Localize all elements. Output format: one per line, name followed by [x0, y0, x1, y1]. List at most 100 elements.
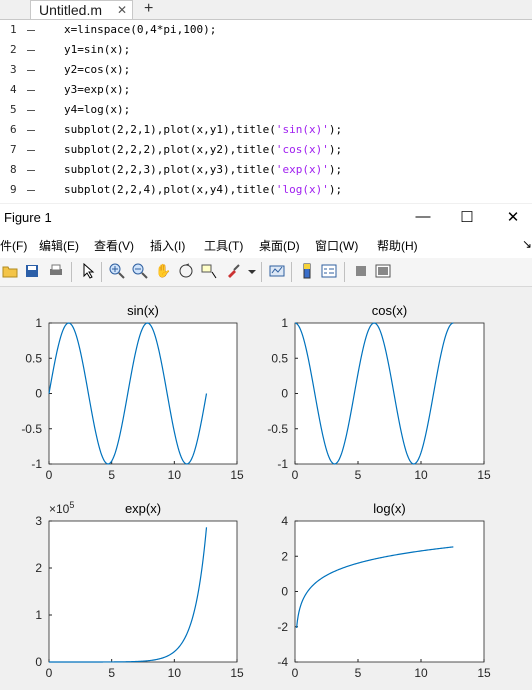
menu-overflow-icon[interactable]: ↘ [522, 237, 532, 251]
subplot-title: sin(x) [127, 303, 159, 318]
breakpoint-marker[interactable] [27, 170, 35, 171]
tab-untitled[interactable]: Untitled.m ✕ [30, 0, 133, 19]
code-line[interactable]: 1 x=linspace(0,4*pi,100); [0, 20, 532, 40]
breakpoint-marker[interactable] [27, 90, 35, 91]
breakpoint-marker[interactable] [27, 70, 35, 71]
code-line[interactable]: 3 y2=cos(x); [0, 60, 532, 80]
line-number: 7 [10, 143, 17, 156]
code-editor[interactable]: Untitled.m ✕ + 1 x=linspace(0,4*pi,100); 2… [0, 0, 532, 203]
code-statement-end: ); [328, 183, 343, 196]
toolbar-separator [71, 262, 72, 282]
figure-axes-canvas[interactable]: 0 5 10 15-1-0.500.51sin(x)0 5 10 15-1-0.500.51… [0, 287, 532, 690]
code-statement: subplot(2,2,2),plot(x,y2),title( [64, 143, 276, 156]
menu-help[interactable]: 帮助(H) [377, 237, 418, 254]
code-statement: subplot(2,2,3),plot(x,y3),title( [64, 163, 276, 176]
code-statement: y4=log(x); [64, 103, 131, 116]
code-line[interactable]: 8 subplot(2,2,3),plot(x,y3),title('exp(x)… [0, 160, 532, 180]
editor-tab-bar: Untitled.m ✕ + [0, 0, 532, 20]
breakpoint-marker[interactable] [27, 130, 35, 131]
save-icon[interactable] [24, 263, 40, 279]
line-number: 5 [10, 103, 17, 116]
maximize-icon[interactable]: ☐ [457, 208, 477, 226]
menu-desktop[interactable]: 桌面(D) [259, 237, 300, 254]
y-tick-label: 0 [281, 387, 288, 401]
menu-file[interactable]: 件(F) [0, 237, 27, 254]
line-number: 1 [10, 23, 17, 36]
menu-edit[interactable]: 编辑(E) [39, 237, 79, 254]
breakpoint-marker[interactable] [27, 190, 35, 191]
code-text: y2=cos(x); [64, 60, 130, 80]
pointer-icon[interactable] [80, 262, 96, 279]
y-tick-label: 3 [35, 514, 42, 528]
show-plot-tools-icon[interactable] [375, 263, 391, 279]
toolbar-separator [101, 262, 102, 282]
figure-title: Figure 1 [4, 210, 52, 225]
tab-close-icon[interactable]: ✕ [117, 1, 127, 19]
x-tick-label: 0 [292, 468, 299, 482]
y-tick-label: -0.5 [267, 422, 288, 436]
code-line[interactable]: 7 subplot(2,2,2),plot(x,y2),title('cos(x)… [0, 140, 532, 160]
legend-icon[interactable] [321, 263, 337, 279]
code-text: subplot(2,2,3),plot(x,y3),title('exp(x)'… [64, 160, 342, 180]
subplot-title: cos(x) [372, 303, 407, 318]
y-tick-label: -0.5 [21, 422, 42, 436]
code-line[interactable]: 9 subplot(2,2,4),plot(x,y4),title('log(x)… [0, 180, 532, 200]
menu-view[interactable]: 查看(V) [94, 237, 134, 254]
code-statement-end: ); [328, 143, 343, 156]
code-line[interactable]: 5 y4=log(x); [0, 100, 532, 120]
y-tick-label: -1 [277, 457, 288, 471]
dropdown-icon[interactable] [244, 263, 260, 279]
code-line[interactable]: 4 y3=exp(x); [0, 80, 532, 100]
code-text: subplot(2,2,2),plot(x,y2),title('cos(x)'… [64, 140, 342, 160]
y-tick-label: 2 [281, 549, 288, 563]
menu-tools[interactable]: 工具(T) [204, 237, 243, 254]
breakpoint-marker[interactable] [27, 50, 35, 51]
breakpoint-marker[interactable] [27, 110, 35, 111]
figure-toolbar: ✋ [0, 258, 532, 287]
y-tick-label: 0 [281, 585, 288, 599]
zoom-in-icon[interactable] [109, 263, 125, 279]
breakpoint-marker[interactable] [27, 150, 35, 151]
code-line[interactable]: 2 y1=sin(x); [0, 40, 532, 60]
code-statement: y1=sin(x); [64, 43, 131, 56]
open-icon[interactable] [2, 263, 18, 279]
y-tick-label: 1 [281, 316, 288, 330]
print-icon[interactable] [48, 263, 64, 279]
y-tick-label: -2 [277, 620, 288, 634]
subplot-title: exp(x) [125, 501, 161, 516]
colorbar-icon[interactable] [299, 263, 315, 279]
link-plot-icon[interactable] [269, 263, 285, 279]
code-line[interactable]: 6 subplot(2,2,1),plot(x,y1),title('sin(x)… [0, 120, 532, 140]
data-cursor-icon[interactable] [201, 263, 217, 279]
x-tick-label: 5 [108, 468, 115, 482]
line-number: 8 [10, 163, 17, 176]
x-tick-label: 5 [355, 468, 362, 482]
x-tick-label: 10 [414, 468, 428, 482]
zoom-out-icon[interactable] [132, 263, 148, 279]
breakpoint-marker[interactable] [27, 30, 35, 31]
menu-window[interactable]: 窗口(W) [315, 237, 358, 254]
hide-plot-tools-icon[interactable] [353, 263, 369, 279]
pan-icon[interactable]: ✋ [155, 263, 171, 279]
y-tick-label: 0 [35, 655, 42, 669]
code-area[interactable]: 1 x=linspace(0,4*pi,100); 2 y1=sin(x); 3 y2=c… [0, 20, 532, 200]
y-tick-label: 1 [35, 316, 42, 330]
y-tick-label: 4 [281, 514, 288, 528]
x-tick-label: 15 [477, 468, 491, 482]
brush-icon[interactable] [225, 263, 241, 279]
code-string: 'log(x)' [275, 183, 329, 196]
code-statement: y2=cos(x); [64, 63, 131, 76]
code-text: x=linspace(0,4*pi,100); [64, 20, 216, 40]
x-tick-label: 10 [168, 666, 182, 680]
rotate-icon[interactable] [178, 263, 194, 279]
add-tab-icon[interactable]: + [144, 0, 153, 17]
code-statement-end: ); [328, 123, 343, 136]
menu-insert[interactable]: 插入(I) [150, 237, 185, 254]
figure-title-bar: Figure 1 — ☐ ✕ [0, 204, 532, 233]
code-text: y3=exp(x); [64, 80, 130, 100]
close-icon[interactable]: ✕ [503, 208, 523, 226]
line-number: 3 [10, 63, 17, 76]
minimize-icon[interactable]: — [413, 208, 433, 225]
code-text: y1=sin(x); [64, 40, 130, 60]
code-string: 'sin(x)' [275, 123, 329, 136]
